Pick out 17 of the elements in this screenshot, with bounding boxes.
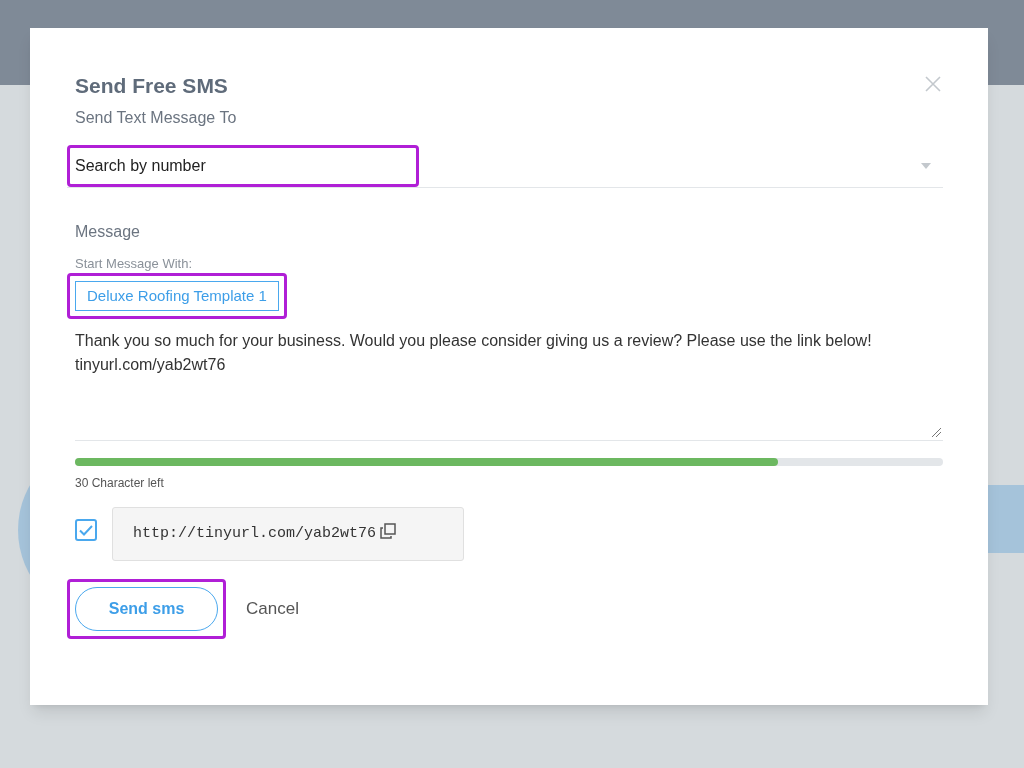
message-text: Thank you so much for your business. Would you please consider giving us a review? Please use the link below! xyxy=(75,331,872,351)
dialog-subtitle: Send Text Message To xyxy=(75,107,237,128)
caret-icon xyxy=(921,163,931,169)
check-icon xyxy=(79,524,93,536)
link-url: http://tinyurl.com/yab2wt76 xyxy=(133,523,377,544)
resize-handle-icon[interactable] xyxy=(931,427,941,437)
recipient-select[interactable]: Search by number xyxy=(67,145,943,188)
message-text: tinyurl.com/yab2wt76 xyxy=(75,355,226,375)
characters-left: 30 Character left xyxy=(75,475,164,492)
select-value: Search by number xyxy=(75,156,206,176)
message-label: Message xyxy=(75,221,140,242)
dialog-title: Send Free SMS xyxy=(75,73,229,99)
template-label: Start Message With: xyxy=(75,254,193,273)
cancel-button[interactable]: Cancel xyxy=(246,596,299,622)
copy-icon[interactable] xyxy=(380,523,397,539)
message-field[interactable]: Thank you so much for your business. Would you please consider giving us a review? Please use the link below! tinyurl.com/yab2wt76 xyxy=(75,329,943,441)
link-checkbox[interactable] xyxy=(75,519,97,541)
